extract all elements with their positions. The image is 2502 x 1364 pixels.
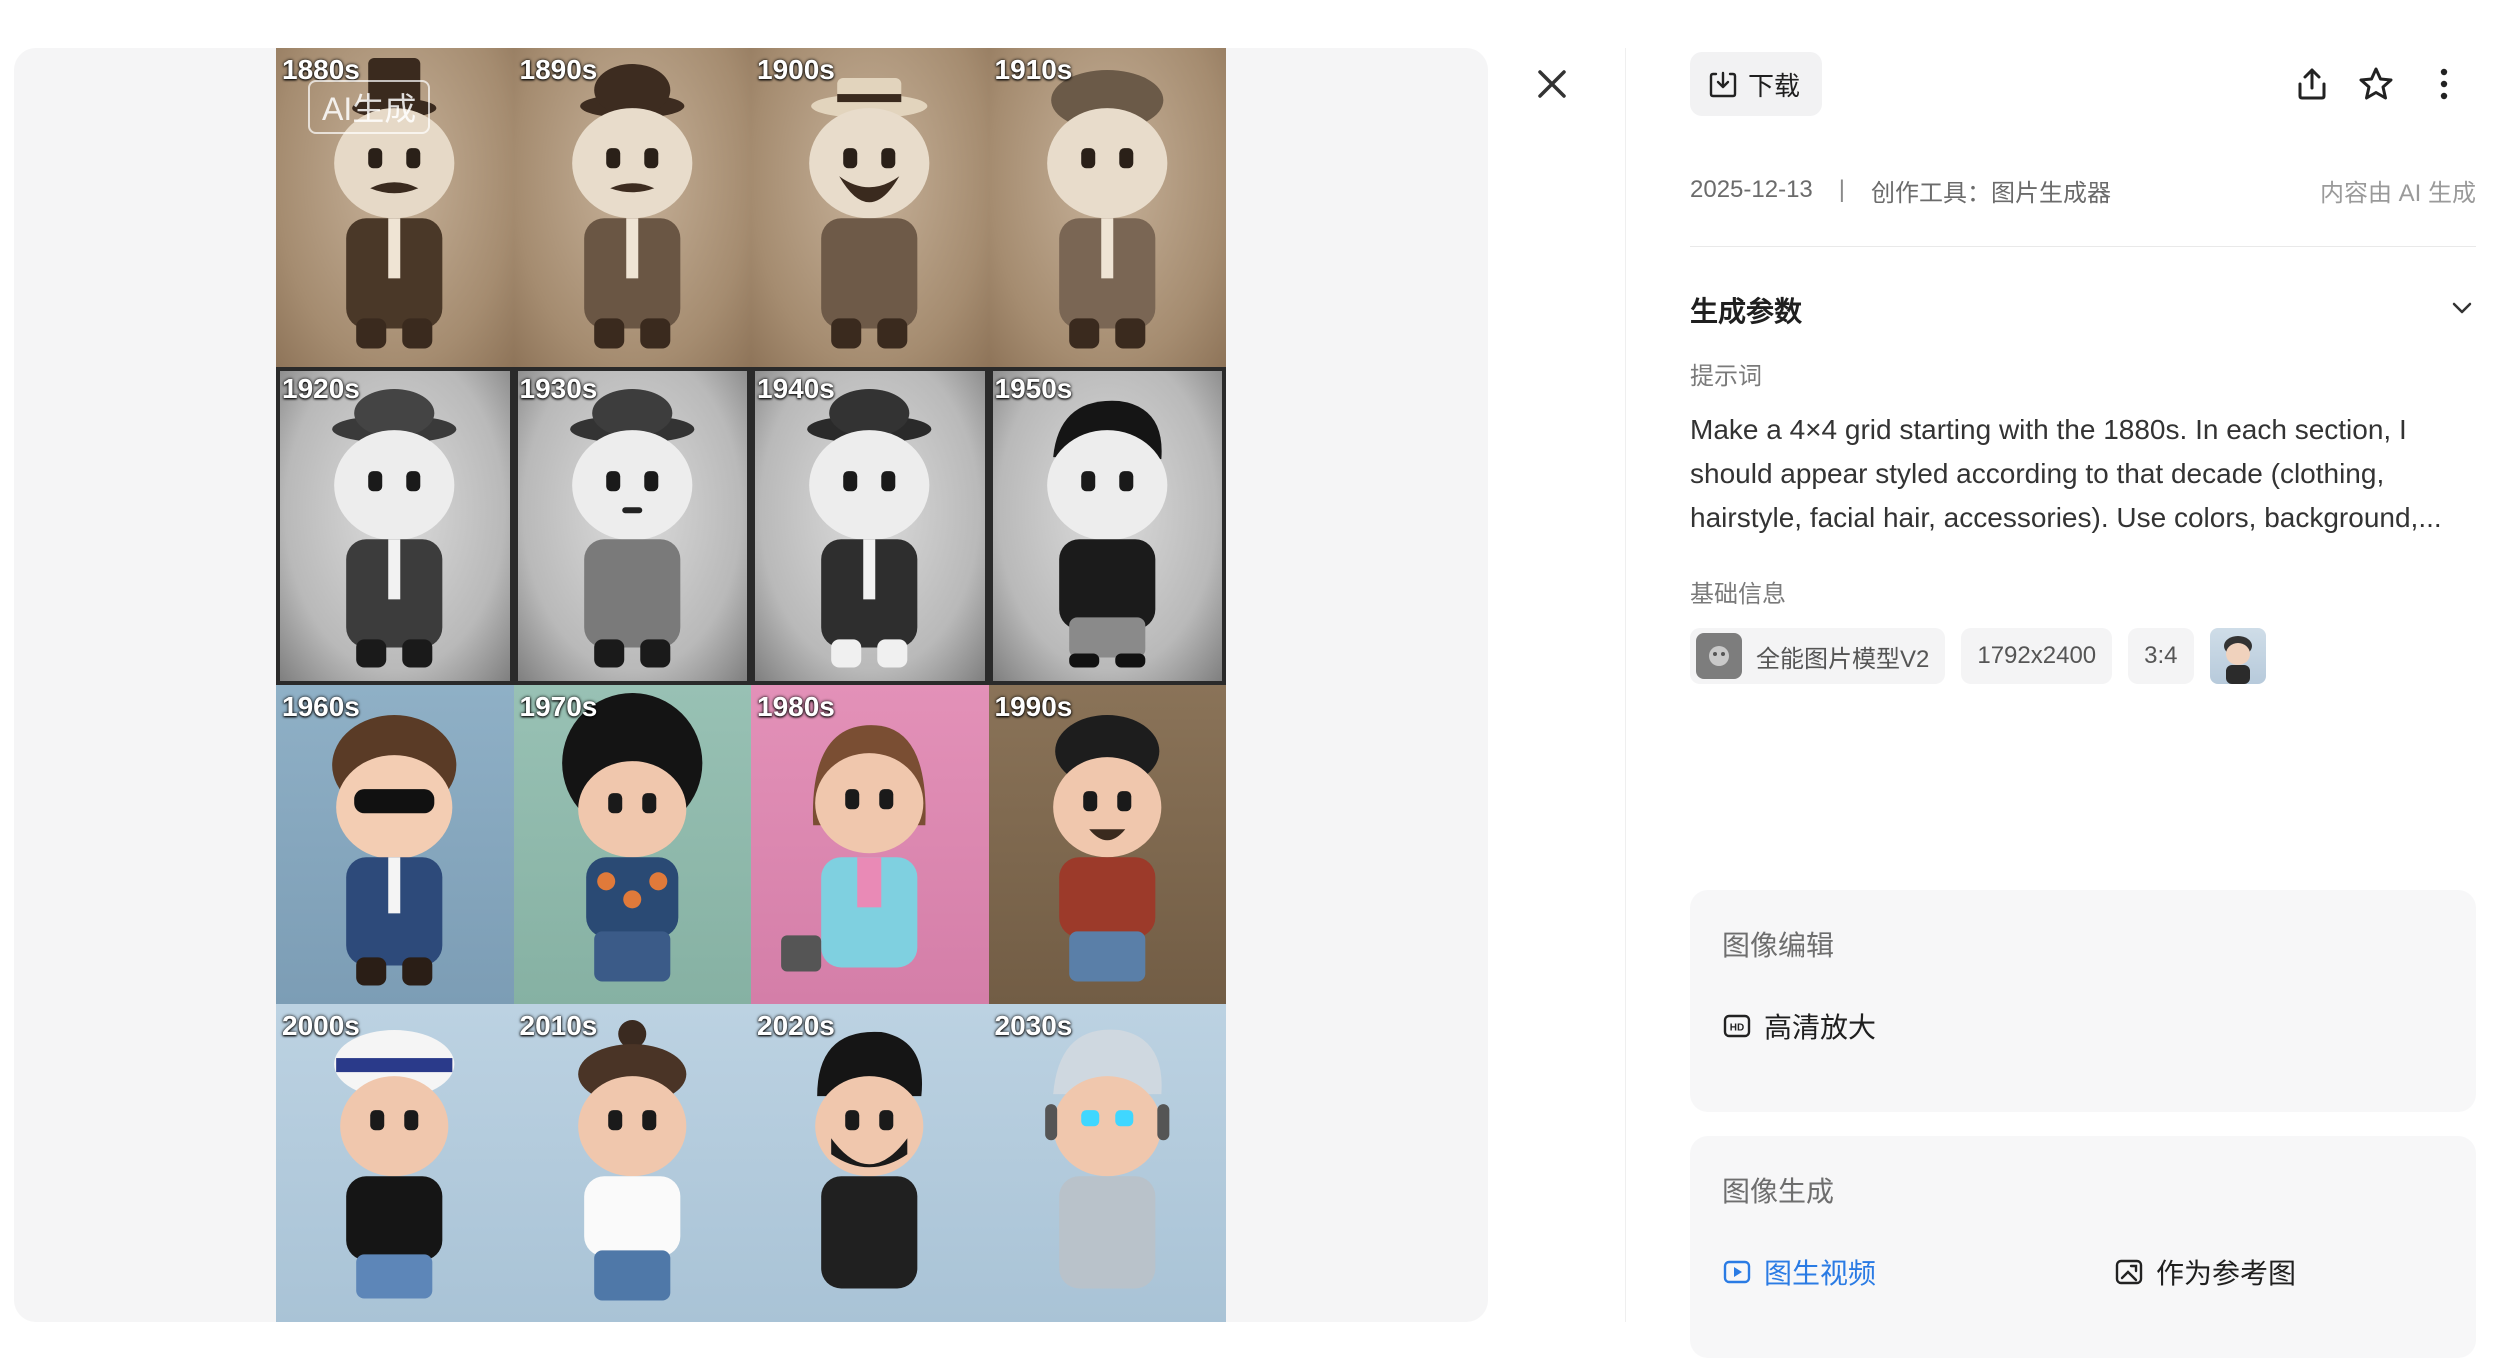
params-section-title: 生成参数 [1690,296,1803,327]
decade-label: 1930s [519,372,598,404]
creation-date: 2025-12-13 [1690,176,1813,203]
prompt-label: 提示词 [1690,363,1762,390]
decade-label: 1920s [282,372,360,404]
favorite-button[interactable] [2356,64,2396,104]
grid-cell: 1970s [513,685,751,1004]
reference-image-icon [2115,1259,2143,1285]
decade-label: 1950s [994,372,1073,404]
grid-cell: 2010s [513,1003,751,1322]
decade-label: 1910s [994,54,1073,85]
figure-1940s [807,388,932,667]
grid-cell: 2000s [276,1003,514,1322]
figure-1930s [569,388,694,667]
ratio-value: 3:4 [2144,642,2178,669]
panel-divider [1625,48,1626,1322]
grid-cell: 1940s [751,366,989,685]
model-icon [1696,633,1742,679]
hd-icon: HD [1723,1014,1751,1038]
figure-1900s [809,78,930,349]
grid-cell: 2030s [988,1003,1226,1322]
figure-1890s [571,64,692,349]
model-chip: 全能图片模型V2 [1690,628,1946,684]
figure-2010s [577,1019,686,1300]
model-name: 全能图片模型V2 [1756,645,1930,673]
upscale-button[interactable]: HD 高清放大 [1722,1006,1876,1046]
creation-tool: 创作工具：图片生成器 [1871,179,2111,207]
figure-1980s [781,725,926,972]
close-button[interactable] [1532,64,1572,104]
reference-thumbnail[interactable] [2209,628,2266,684]
grid-cell: 1990s [988,685,1226,1004]
download-label: 下载 [1748,70,1801,101]
image-generation-card: 图像生成 图生视频 作为参考图 [1690,1136,2476,1358]
more-button[interactable] [2424,64,2464,104]
ai-content-notice: 内容由 AI 生成 [2319,179,2476,207]
figure-2000s [334,1029,455,1298]
ai-generated-watermark: AI生成 [308,80,431,134]
resolution-chip: 1792x2400 [1961,628,2113,684]
resolution-value: 1792x2400 [1977,642,2097,669]
figure-2020s [815,1031,924,1288]
image-generation-title: 图像生成 [1722,1176,1835,1207]
grid-cell: 1890s [513,48,751,367]
upscale-label: 高清放大 [1764,1012,1877,1043]
star-icon [2359,67,2393,100]
figure-1920s [332,388,457,667]
grid-cell: 1980s [751,685,989,1004]
figure-1990s [1052,715,1161,982]
share-button[interactable] [2292,64,2332,104]
decade-label: 1990s [994,691,1073,722]
video-icon [1723,1260,1751,1284]
figure-1910s [1046,70,1167,349]
ratio-chip: 3:4 [2128,628,2194,684]
decade-label: 1890s [519,54,598,85]
decade-label: 2010s [519,1009,598,1041]
image-to-video-button[interactable]: 图生视频 [1722,1252,1876,1292]
grid-cell: 1900s [751,48,989,367]
decade-label: 1960s [282,691,360,722]
grid-cell: 1930s [513,366,751,685]
decade-label: 1970s [519,691,598,722]
image-to-video-label: 图生视频 [1764,1258,1877,1289]
basic-info-label: 基础信息 [1690,581,1786,608]
decade-label: 1940s [757,372,835,404]
basic-info-chips: 全能图片模型V2 1792x2400 3:4 [1690,626,2266,686]
svg-text:HD: HD [1730,1023,1744,1034]
decade-label: 1900s [757,54,835,85]
meta-separator: | [1838,176,1845,203]
share-icon [2298,68,2326,100]
figure-1950s [1046,400,1167,667]
figure-1960s [332,715,457,986]
more-icon [2440,68,2448,100]
grid-cell: 2020s [751,1003,989,1322]
chevron-down-icon [2452,302,2472,314]
prompt-text[interactable]: Make a 4×4 grid starting with the 1880s.… [1690,408,2476,540]
meta-row: 2025-12-13 | 创作工具：图片生成器 内容由 AI 生成 [1690,172,2476,208]
grid-cell: 1950s [988,366,1226,685]
decade-label: 2030s [994,1009,1073,1041]
generated-image-grid[interactable]: 1880s 1890s 1900s 1910s 1920s 1930s 1940… [276,48,1226,1322]
figure-2030s [1044,1029,1169,1288]
download-button[interactable]: 下载 [1690,52,1823,116]
decade-label: 1980s [757,691,835,722]
grid-cell: 1910s [988,48,1226,367]
grid-cell: 1920s [276,366,514,685]
image-edit-title: 图像编辑 [1722,930,1835,961]
close-icon [1538,70,1566,98]
grid-cell: 1960s [276,685,514,1004]
params-collapse-toggle[interactable] [2448,294,2476,322]
image-edit-card: 图像编辑 HD 高清放大 [1690,890,2476,1112]
section-divider [1690,246,2476,247]
use-as-reference-button[interactable]: 作为参考图 [2114,1252,2296,1292]
download-icon [1709,71,1737,98]
use-as-reference-label: 作为参考图 [2156,1258,2297,1289]
decade-label: 2020s [757,1009,835,1041]
figure-1970s [561,693,702,982]
decade-label: 2000s [282,1009,360,1041]
